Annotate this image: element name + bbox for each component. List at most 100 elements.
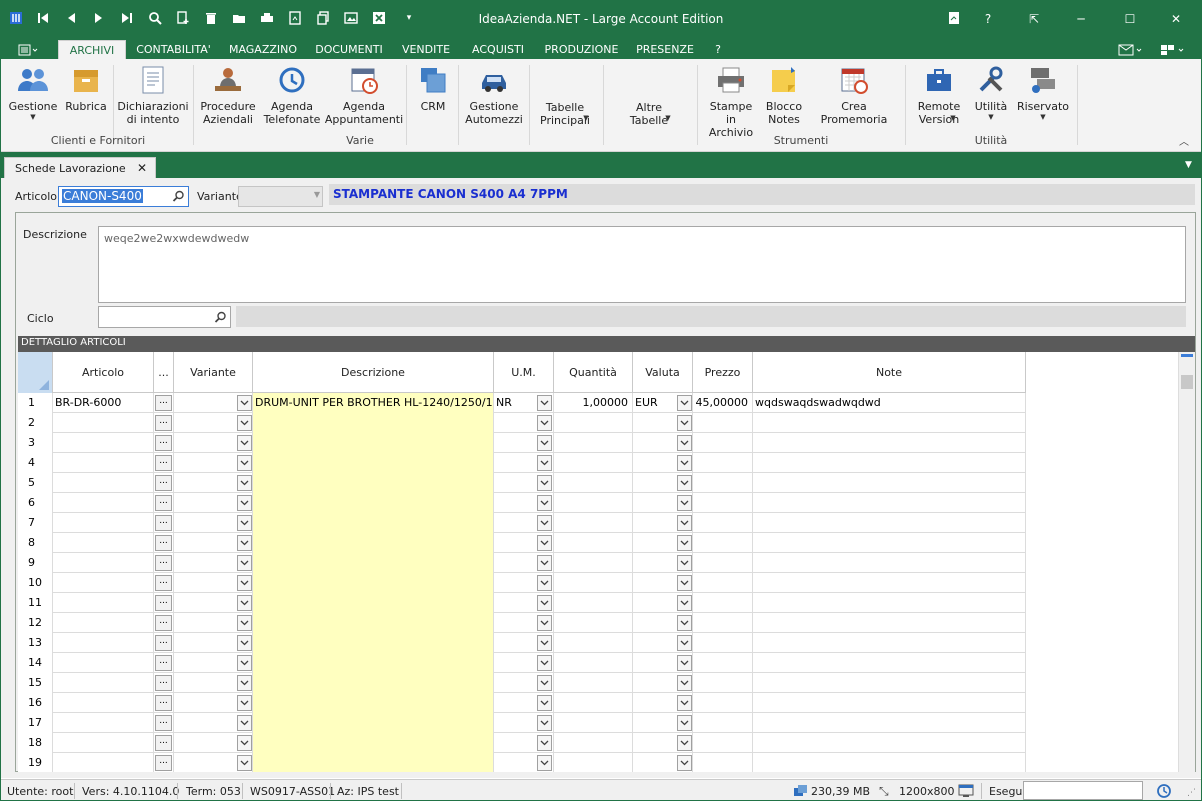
cell-prezzo[interactable] <box>693 573 753 593</box>
cell-note[interactable]: wqdswaqdswadwqdwd <box>753 393 1026 413</box>
table-row[interactable]: 15... <box>18 673 1026 693</box>
close-button[interactable]: ✕ <box>1156 5 1196 33</box>
cell-note[interactable] <box>753 413 1026 433</box>
chevron-down-icon[interactable] <box>677 615 692 631</box>
cell-articolo[interactable] <box>53 573 154 593</box>
document-settings-icon[interactable] <box>943 7 965 29</box>
lookup-button[interactable]: ... <box>155 395 172 411</box>
procedure-button[interactable]: Procedure Aziendali <box>199 63 257 126</box>
cell-prezzo[interactable] <box>693 473 753 493</box>
cell-descrizione[interactable] <box>253 673 494 693</box>
chevron-down-icon[interactable] <box>677 595 692 611</box>
resize-grip-icon[interactable]: ⋰ <box>1187 788 1196 798</box>
cell-prezzo[interactable] <box>693 553 753 573</box>
cell-quantita[interactable] <box>554 513 633 533</box>
cell-quantita[interactable] <box>554 753 633 772</box>
cell-note[interactable] <box>753 573 1026 593</box>
chevron-down-icon[interactable] <box>537 675 552 691</box>
lookup-button[interactable]: ... <box>155 695 172 711</box>
chevron-down-icon[interactable] <box>537 615 552 631</box>
header-prezzo[interactable]: Prezzo <box>693 352 753 393</box>
chevron-down-icon[interactable] <box>537 595 552 611</box>
cell-articolo[interactable] <box>53 713 154 733</box>
chevron-down-icon[interactable] <box>537 495 552 511</box>
stampe-archivio-button[interactable]: Stampe in Archivio <box>703 63 759 139</box>
ciclo-input[interactable] <box>98 306 231 328</box>
cell-descrizione[interactable] <box>253 733 494 753</box>
cell-quantita[interactable] <box>554 673 633 693</box>
cell-quantita[interactable] <box>554 733 633 753</box>
chevron-down-icon[interactable] <box>537 415 552 431</box>
search-icon[interactable] <box>172 190 185 203</box>
cell-quantita[interactable] <box>554 633 633 653</box>
table-row[interactable]: 13... <box>18 633 1026 653</box>
table-row[interactable]: 19... <box>18 753 1026 772</box>
cell-note[interactable] <box>753 493 1026 513</box>
cell-quantita[interactable] <box>554 613 633 633</box>
close-tab-icon[interactable]: ✕ <box>137 161 147 175</box>
table-row[interactable]: 17... <box>18 713 1026 733</box>
agenda-telefonate-button[interactable]: Agenda Telefonate <box>262 63 322 126</box>
chevron-down-icon[interactable] <box>677 555 692 571</box>
lookup-button[interactable]: ... <box>155 755 172 771</box>
chevron-down-icon[interactable] <box>237 455 252 471</box>
cell-quantita[interactable] <box>554 533 633 553</box>
chevron-down-icon[interactable] <box>237 435 252 451</box>
cell-descrizione[interactable] <box>253 493 494 513</box>
search-icon[interactable] <box>214 311 227 324</box>
cell-descrizione[interactable] <box>253 413 494 433</box>
grid-vertical-scrollbar[interactable] <box>1178 352 1195 772</box>
resize-icon[interactable]: ⤡ <box>879 784 889 799</box>
cell-prezzo[interactable] <box>693 493 753 513</box>
chevron-down-icon[interactable] <box>677 495 692 511</box>
cell-prezzo[interactable] <box>693 513 753 533</box>
lookup-button[interactable]: ... <box>155 735 172 751</box>
chevron-down-icon[interactable] <box>237 755 252 771</box>
riservato-button[interactable]: Riservato ▼ <box>1015 63 1071 121</box>
cell-articolo[interactable] <box>53 673 154 693</box>
chevron-down-icon[interactable] <box>237 415 252 431</box>
chevron-down-icon[interactable] <box>237 615 252 631</box>
cell-note[interactable] <box>753 453 1026 473</box>
cell-descrizione[interactable] <box>253 593 494 613</box>
table-row[interactable]: 14... <box>18 653 1026 673</box>
chevron-down-icon[interactable] <box>677 415 692 431</box>
cell-note[interactable] <box>753 613 1026 633</box>
chevron-down-icon[interactable] <box>537 635 552 651</box>
chevron-down-icon[interactable] <box>237 475 252 491</box>
window-layout-icon[interactable] <box>1155 40 1191 59</box>
chevron-down-icon[interactable] <box>237 695 252 711</box>
cell-articolo[interactable]: BR-DR-6000 <box>53 393 154 413</box>
tab-archivi[interactable]: ARCHIVI <box>58 40 126 59</box>
tab-presenze[interactable]: PRESENZE <box>631 40 699 59</box>
header-quantita[interactable]: Quantità <box>554 352 633 393</box>
lookup-button[interactable]: ... <box>155 615 172 631</box>
chevron-down-icon[interactable] <box>537 395 552 411</box>
cell-articolo[interactable] <box>53 653 154 673</box>
lookup-button[interactable]: ... <box>155 675 172 691</box>
header-um[interactable]: U.M. <box>494 352 554 393</box>
header-descrizione[interactable]: Descrizione <box>253 352 494 393</box>
cell-quantita[interactable] <box>554 453 633 473</box>
chevron-down-icon[interactable] <box>677 455 692 471</box>
chevron-down-icon[interactable] <box>677 675 692 691</box>
lookup-button[interactable]: ... <box>155 455 172 471</box>
cell-articolo[interactable] <box>53 693 154 713</box>
gestione-automezzi-button[interactable]: Gestione Automezzi <box>464 63 524 126</box>
cell-note[interactable] <box>753 653 1026 673</box>
descrizione-textarea[interactable]: weqe2we2wxwdewdwedw <box>98 226 1186 303</box>
chevron-down-icon[interactable] <box>677 435 692 451</box>
cell-note[interactable] <box>753 713 1026 733</box>
chevron-down-icon[interactable] <box>237 595 252 611</box>
chevron-down-icon[interactable] <box>237 675 252 691</box>
document-tab-schede-lavorazione[interactable]: Schede Lavorazione ✕ <box>4 157 156 178</box>
cell-note[interactable] <box>753 473 1026 493</box>
table-row[interactable]: 18... <box>18 733 1026 753</box>
lookup-button[interactable]: ... <box>155 655 172 671</box>
esegui-input[interactable] <box>1023 781 1143 800</box>
cell-descrizione[interactable] <box>253 613 494 633</box>
cell-articolo[interactable] <box>53 413 154 433</box>
cell-prezzo[interactable] <box>693 733 753 753</box>
chevron-down-icon[interactable] <box>237 495 252 511</box>
cell-articolo[interactable] <box>53 733 154 753</box>
